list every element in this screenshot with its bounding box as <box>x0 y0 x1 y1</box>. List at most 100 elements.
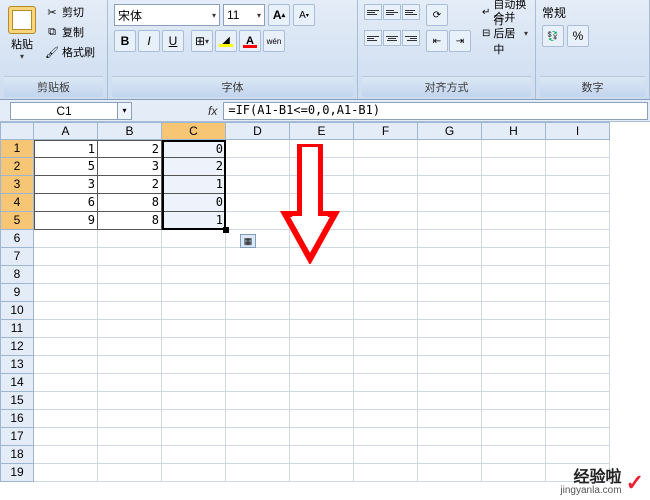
align-middle-button[interactable] <box>383 4 401 20</box>
cell[interactable] <box>290 428 354 446</box>
cell[interactable] <box>546 338 610 356</box>
cell[interactable]: 0 <box>162 194 226 212</box>
cell[interactable] <box>226 464 290 482</box>
cell[interactable] <box>418 464 482 482</box>
cell[interactable] <box>482 428 546 446</box>
cell[interactable] <box>354 464 418 482</box>
col-header-G[interactable]: G <box>418 122 482 140</box>
cell[interactable] <box>162 284 226 302</box>
cell[interactable] <box>354 284 418 302</box>
cell[interactable] <box>98 410 162 428</box>
worksheet[interactable]: A B C D E F G H I 1120253233214680598167… <box>0 122 650 482</box>
cell[interactable]: 9 <box>34 212 98 230</box>
cell[interactable] <box>34 464 98 482</box>
row-header[interactable]: 3 <box>0 176 34 194</box>
cell[interactable] <box>290 446 354 464</box>
name-box[interactable]: C1 <box>10 102 118 120</box>
cell[interactable] <box>482 248 546 266</box>
cell[interactable] <box>162 230 226 248</box>
cell[interactable] <box>34 302 98 320</box>
cell[interactable] <box>290 356 354 374</box>
align-right-button[interactable] <box>402 30 420 46</box>
row-header[interactable]: 15 <box>0 392 34 410</box>
select-all-corner[interactable] <box>0 122 34 140</box>
cell[interactable]: 8 <box>98 212 162 230</box>
cell[interactable] <box>290 338 354 356</box>
align-center-button[interactable] <box>383 30 401 46</box>
cell[interactable] <box>354 374 418 392</box>
cell[interactable] <box>34 428 98 446</box>
currency-button[interactable]: 💱 <box>542 25 564 47</box>
cell[interactable] <box>290 320 354 338</box>
cut-button[interactable]: ✂ 剪切 <box>42 2 97 22</box>
cell[interactable] <box>98 446 162 464</box>
cell[interactable] <box>34 230 98 248</box>
fill-handle[interactable] <box>223 227 229 233</box>
cell[interactable] <box>162 446 226 464</box>
cell[interactable] <box>546 284 610 302</box>
cell[interactable] <box>226 356 290 374</box>
cell[interactable] <box>546 212 610 230</box>
cell[interactable] <box>418 158 482 176</box>
cell[interactable] <box>354 302 418 320</box>
cell[interactable] <box>546 320 610 338</box>
cell[interactable]: 1 <box>162 176 226 194</box>
cell[interactable] <box>546 446 610 464</box>
copy-button[interactable]: ⧉ 复制 <box>42 22 97 42</box>
cell[interactable] <box>482 266 546 284</box>
cell[interactable] <box>418 230 482 248</box>
cell[interactable] <box>98 230 162 248</box>
cell[interactable]: 0 <box>162 140 226 158</box>
cell[interactable] <box>546 356 610 374</box>
cell[interactable] <box>482 302 546 320</box>
col-header-E[interactable]: E <box>290 122 354 140</box>
cell[interactable] <box>162 464 226 482</box>
cell[interactable] <box>34 356 98 374</box>
row-header[interactable]: 13 <box>0 356 34 374</box>
cell[interactable] <box>290 266 354 284</box>
cell[interactable] <box>162 356 226 374</box>
merge-center-button[interactable]: ⊟ 合并后居中 ▾ <box>479 23 531 43</box>
cell[interactable] <box>34 374 98 392</box>
cell[interactable] <box>34 266 98 284</box>
increase-font-button[interactable]: A▴ <box>268 4 290 26</box>
cell[interactable] <box>290 410 354 428</box>
row-header[interactable]: 8 <box>0 266 34 284</box>
decrease-font-button[interactable]: A▾ <box>293 4 315 26</box>
cell[interactable] <box>418 140 482 158</box>
row-header[interactable]: 6 <box>0 230 34 248</box>
cell[interactable] <box>98 284 162 302</box>
cell[interactable] <box>354 176 418 194</box>
cell[interactable] <box>354 248 418 266</box>
cell[interactable] <box>546 428 610 446</box>
cell[interactable] <box>418 428 482 446</box>
cell[interactable] <box>354 428 418 446</box>
cell[interactable] <box>226 446 290 464</box>
row-header[interactable]: 7 <box>0 248 34 266</box>
cell[interactable] <box>546 158 610 176</box>
italic-button[interactable]: I <box>138 30 160 52</box>
percent-button[interactable]: % <box>567 25 589 47</box>
cell[interactable] <box>354 212 418 230</box>
cell[interactable] <box>354 266 418 284</box>
row-header[interactable]: 2 <box>0 158 34 176</box>
col-header-H[interactable]: H <box>482 122 546 140</box>
cell[interactable] <box>482 176 546 194</box>
formula-input[interactable]: =IF(A1-B1<=0,0,A1-B1) <box>223 102 648 120</box>
cell[interactable] <box>34 446 98 464</box>
decrease-indent-button[interactable]: ⇤ <box>426 30 448 52</box>
cell[interactable] <box>162 266 226 284</box>
underline-button[interactable]: U <box>162 30 184 52</box>
cell[interactable] <box>98 428 162 446</box>
font-color-button[interactable]: A <box>239 30 261 52</box>
cell[interactable] <box>482 158 546 176</box>
cell[interactable] <box>226 266 290 284</box>
cell[interactable] <box>98 392 162 410</box>
cell[interactable] <box>546 392 610 410</box>
cell[interactable] <box>98 374 162 392</box>
cell[interactable] <box>162 338 226 356</box>
row-header[interactable]: 14 <box>0 374 34 392</box>
cell[interactable]: 1 <box>162 212 226 230</box>
row-header[interactable]: 16 <box>0 410 34 428</box>
row-header[interactable]: 9 <box>0 284 34 302</box>
